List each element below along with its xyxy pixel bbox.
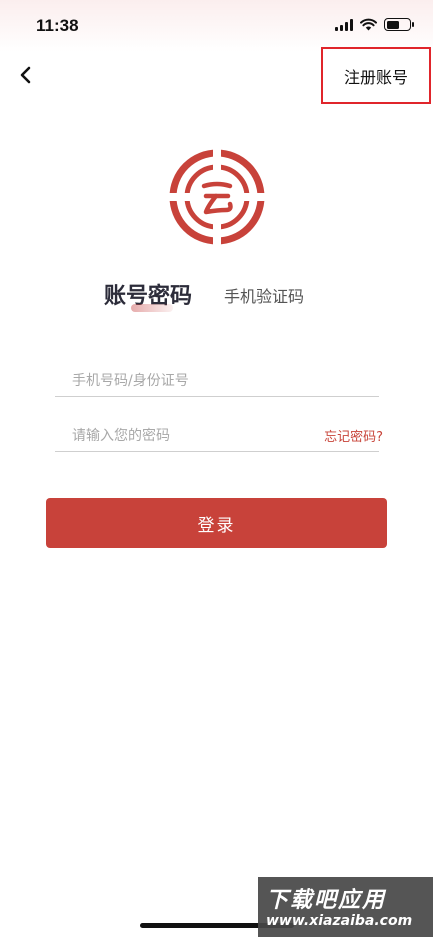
back-button[interactable] (12, 60, 38, 90)
forgot-password-link[interactable]: 忘记密码? (324, 426, 383, 445)
watermark-logo: 下载吧应用 www.xiazaiba.com (258, 877, 433, 937)
cellular-signal-icon (335, 18, 353, 31)
chevron-left-icon (20, 66, 31, 84)
login-tabs: 账号密码 手机验证码 (0, 278, 433, 318)
status-bar: 11:38 (0, 0, 433, 52)
phone-id-field (55, 363, 379, 397)
password-input[interactable] (72, 424, 312, 448)
password-field: 忘记密码? (55, 418, 383, 452)
tab-sms-code[interactable]: 手机验证码 (224, 283, 304, 307)
watermark-url: www.xiazaiba.com (266, 913, 413, 929)
active-tab-indicator (131, 304, 173, 312)
status-time: 11:38 (36, 16, 79, 35)
wifi-icon (360, 18, 377, 31)
app-logo (168, 148, 266, 246)
battery-icon (384, 18, 414, 31)
phone-id-input[interactable] (72, 369, 312, 393)
register-account-link[interactable]: 注册账号 (321, 47, 431, 104)
status-icons (335, 18, 414, 31)
login-button[interactable]: 登录 (46, 498, 387, 548)
watermark-title: 下载吧应用 (266, 888, 387, 913)
